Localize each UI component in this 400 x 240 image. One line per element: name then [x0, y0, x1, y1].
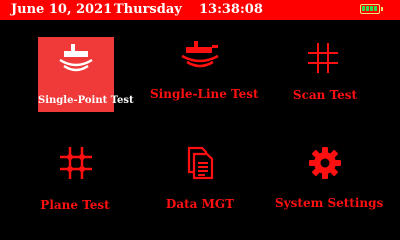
menu-item-system-settings[interactable]: System Settings — [275, 143, 384, 218]
gear-icon — [309, 147, 341, 179]
documents-icon — [187, 146, 214, 180]
menu-item-label: System Settings — [275, 196, 384, 210]
menu-item-label: Plane Test — [40, 198, 110, 212]
status-bar: June 10, 2021 Thursday 13:38:08 — [0, 0, 400, 20]
battery-full-icon — [360, 4, 383, 14]
plane-grid-icon — [60, 147, 92, 179]
single-line-test-icon — [181, 41, 219, 68]
menu-item-label: Single-Line Test — [150, 87, 259, 101]
menu-item-data-mgt[interactable]: Data MGT — [150, 143, 250, 218]
menu-item-plane-test[interactable]: Plane Test — [25, 143, 125, 218]
menu-item-scan-test[interactable]: Scan Test — [275, 37, 375, 107]
battery-segment — [374, 6, 377, 11]
scan-grid-icon — [308, 43, 338, 73]
battery-segment — [366, 6, 369, 11]
menu-item-single-line-test[interactable]: Single-Line Test — [150, 37, 259, 107]
menu-item-label: Single-Point Test — [38, 95, 134, 106]
status-day: Thursday — [114, 2, 182, 17]
status-time: 13:38:08 — [199, 2, 263, 17]
menu-item-single-point-test[interactable]: Single-Point Test — [38, 37, 134, 112]
battery-segment — [362, 6, 365, 11]
battery-segment — [370, 6, 373, 11]
menu-item-label: Scan Test — [292, 88, 358, 102]
single-point-test-icon — [59, 44, 93, 72]
status-date: June 10, 2021 — [11, 2, 113, 17]
menu-item-label: Data MGT — [165, 197, 235, 211]
